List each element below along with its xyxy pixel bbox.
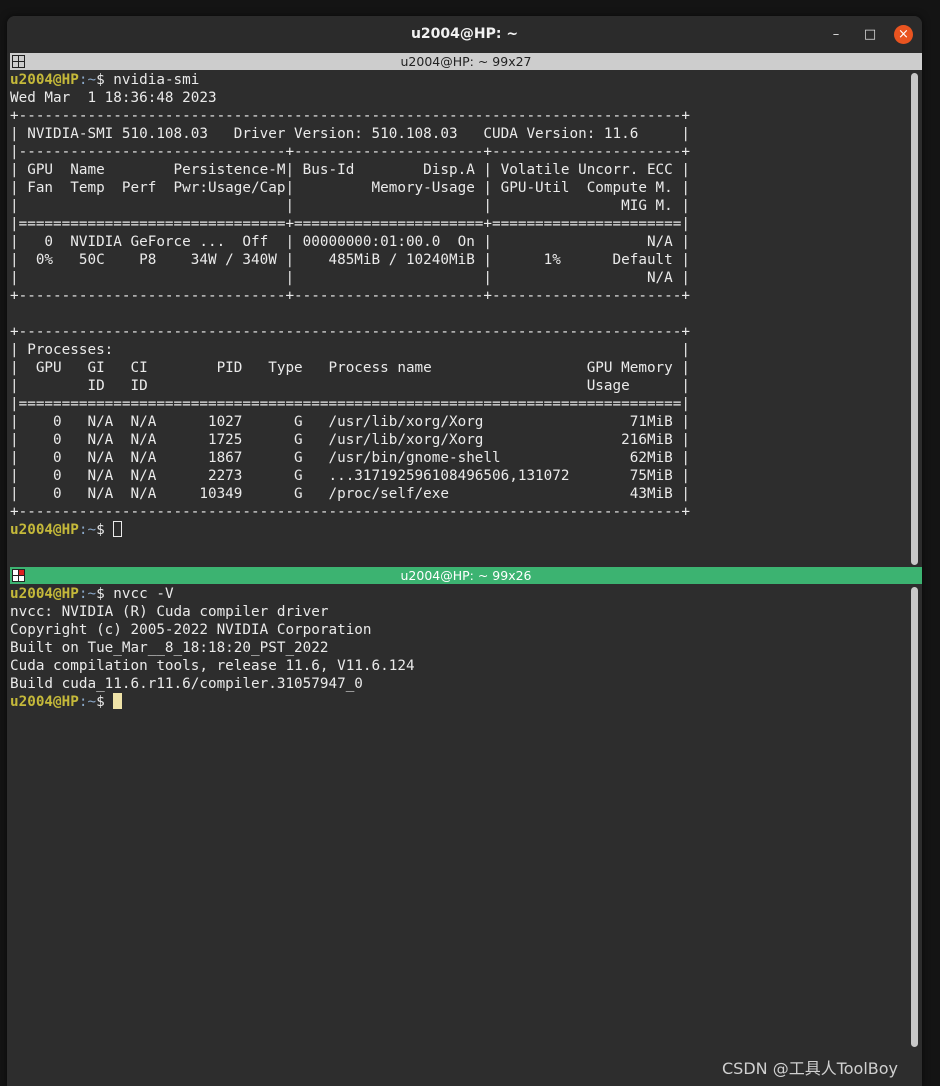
output-line: +---------------------------------------…	[10, 504, 690, 520]
output-line: nvcc: NVIDIA (R) Cuda compiler driver	[10, 604, 329, 620]
output-line: Built on Tue_Mar__8_18:18:20_PST_2022	[10, 640, 329, 656]
prompt-user: u2004@HP	[10, 694, 79, 710]
prompt-path: :~	[78, 72, 97, 88]
prompt-line: u2004@HP:~$	[10, 693, 909, 711]
output-line: Cuda compilation tools, release 11.6, V1…	[10, 658, 415, 674]
prompt-path: :~	[78, 586, 97, 602]
maximize-button[interactable]: □	[860, 25, 880, 45]
pane-title: u2004@HP: ~ 99x26	[400, 568, 532, 583]
output-line: |=======================================…	[10, 396, 690, 412]
output-line: | ID ID Usage |	[10, 378, 690, 394]
output-line: | 0 N/A N/A 1725 G /usr/lib/xorg/Xorg 21…	[10, 432, 690, 448]
prompt-line: u2004@HP:~$ nvidia-smi	[10, 71, 909, 89]
text-cursor[interactable]	[113, 693, 123, 709]
output-line: Wed Mar 1 18:36:48 2023	[10, 90, 217, 106]
terminal-window: u2004@HP: ~ – □ × u2004@HP: ~ 99x27 u200…	[7, 16, 922, 1086]
prompt-path: :~	[78, 522, 97, 538]
window-title: u2004@HP: ~	[410, 26, 519, 42]
output-line: +---------------------------------------…	[10, 108, 690, 124]
output-line: |-------------------------------+-------…	[10, 144, 690, 160]
output-line: | NVIDIA-SMI 510.108.03 Driver Version: …	[10, 126, 690, 142]
grid-icon[interactable]	[12, 55, 25, 68]
output-line: | Fan Temp Perf Pwr:Usage/Cap| Memory-Us…	[10, 180, 690, 196]
output-line: Copyright (c) 2005-2022 NVIDIA Corporati…	[10, 622, 372, 638]
output-line: | 0 N/A N/A 2273 G ...317192596108496506…	[10, 468, 690, 484]
title-bar[interactable]: u2004@HP: ~ – □ ×	[7, 16, 922, 53]
output-line: | GPU Name Persistence-M| Bus-Id Disp.A …	[10, 162, 690, 178]
pane-header-bottom[interactable]: u2004@HP: ~ 99x26	[10, 567, 922, 584]
scrollbar-top[interactable]	[910, 71, 920, 567]
command-text: $ nvcc -V	[96, 586, 174, 602]
command-text: $	[96, 694, 114, 710]
output-line: +---------------------------------------…	[10, 324, 690, 340]
output-line: |===============================+=======…	[10, 216, 690, 232]
prompt-line: u2004@HP:~$ nvcc -V	[10, 585, 909, 603]
prompt-user: u2004@HP	[10, 522, 79, 538]
output-line: | | | N/A |	[10, 270, 690, 286]
scrollbar-thumb[interactable]	[911, 73, 918, 565]
text-cursor[interactable]	[113, 521, 123, 537]
grid-icon[interactable]	[12, 569, 25, 582]
output-line: | 0 NVIDIA GeForce ... Off | 00000000:01…	[10, 234, 690, 250]
output-line: | | | MIG M. |	[10, 198, 690, 214]
output-line: | Processes: |	[10, 342, 690, 358]
output-line: | 0 N/A N/A 10349 G /proc/self/exe 43MiB…	[10, 486, 690, 502]
prompt-user: u2004@HP	[10, 586, 79, 602]
close-button[interactable]: ×	[894, 25, 913, 44]
output-line: | 0 N/A N/A 1027 G /usr/lib/xorg/Xorg 71…	[10, 414, 690, 430]
scrollbar-bottom[interactable]	[910, 585, 920, 1086]
prompt-line: u2004@HP:~$	[10, 521, 909, 539]
output-line: | 0% 50C P8 34W / 340W | 485MiB / 10240M…	[10, 252, 690, 268]
output-line: | GPU GI CI PID Type Process name GPU Me…	[10, 360, 690, 376]
watermark: CSDN @工具人ToolBoy	[722, 1059, 899, 1078]
prompt-path: :~	[78, 694, 97, 710]
output-line: Build cuda_11.6.r11.6/compiler.31057947_…	[10, 676, 363, 692]
output-line: | 0 N/A N/A 1867 G /usr/bin/gnome-shell …	[10, 450, 690, 466]
terminal-pane-top[interactable]: u2004@HP:~$ nvidia-smi Wed Mar 1 18:36:48…	[10, 71, 909, 567]
terminal-pane-bottom[interactable]: u2004@HP:~$ nvcc -V nvcc: NVIDIA (R) Cuda…	[10, 585, 909, 1086]
prompt-user: u2004@HP	[10, 72, 79, 88]
minimize-button[interactable]: –	[826, 25, 846, 45]
pane-title: u2004@HP: ~ 99x27	[400, 54, 532, 69]
command-text: $	[96, 522, 114, 538]
output-line: +-------------------------------+-------…	[10, 288, 690, 304]
command-text: $ nvidia-smi	[96, 72, 200, 88]
pane-header-top[interactable]: u2004@HP: ~ 99x27	[10, 53, 922, 70]
scrollbar-thumb[interactable]	[911, 587, 918, 1047]
